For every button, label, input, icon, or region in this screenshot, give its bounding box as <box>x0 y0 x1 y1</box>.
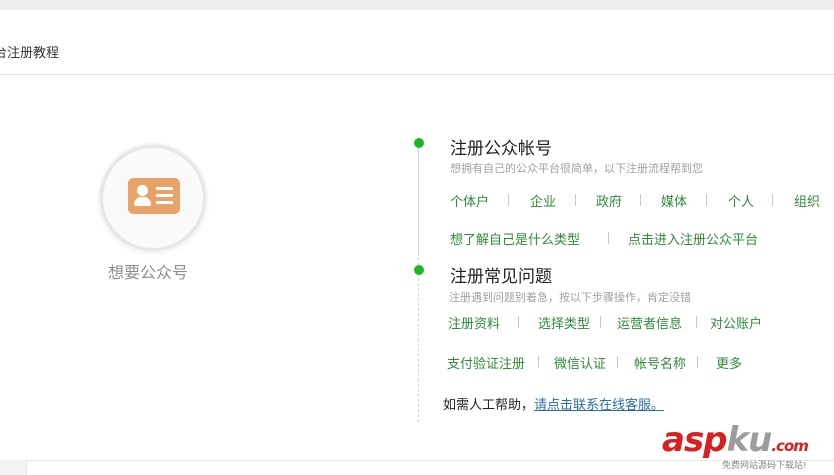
link-individual-business[interactable]: 个体户 <box>450 191 489 210</box>
link-separator <box>617 356 618 368</box>
watermark-subtitle: 免费网站源码下载站! <box>722 461 807 471</box>
link-account-name[interactable]: 帐号名称 <box>634 353 686 372</box>
link-payment-verification[interactable]: 支付验证注册 <box>447 353 525 372</box>
section-description: 注册遇到问题别着急，按以下步骤操作，肯定没错 <box>449 291 691 304</box>
link-personal[interactable]: 个人 <box>728 191 754 210</box>
link-separator <box>538 356 539 368</box>
link-corporate-account[interactable]: 对公账户 <box>710 313 762 332</box>
link-separator <box>575 194 576 206</box>
id-card-line <box>156 194 173 197</box>
link-government[interactable]: 政府 <box>596 191 622 210</box>
section-title: 注册常见问题 <box>450 267 552 287</box>
link-separator <box>508 194 509 206</box>
section-description: 想拥有自己的公众平台很简单，以下注册流程帮到您 <box>450 162 703 175</box>
timeline-line <box>418 142 419 254</box>
id-card-line <box>156 187 173 190</box>
link-more[interactable]: 更多 <box>716 353 742 372</box>
link-media[interactable]: 媒体 <box>661 191 687 210</box>
link-separator <box>697 356 698 368</box>
account-avatar <box>100 145 206 251</box>
watermark: aspku.com 免费网站源码下载站! <box>662 420 832 471</box>
help-prefix: 如需人工帮助， <box>443 398 535 413</box>
link-separator <box>772 194 773 206</box>
link-separator <box>608 232 609 244</box>
link-operator-info[interactable]: 运营者信息 <box>617 313 682 332</box>
link-separator <box>600 316 601 328</box>
link-wechat-certification[interactable]: 微信认证 <box>554 353 606 372</box>
link-choose-type[interactable]: 选择类型 <box>538 313 590 332</box>
link-learn-account-type[interactable]: 想了解自己是什么类型 <box>450 229 580 248</box>
help-line: 如需人工帮助，请点击联系在线客服。 <box>443 394 664 413</box>
link-registration-materials[interactable]: 注册资料 <box>448 313 500 332</box>
link-separator <box>518 316 519 328</box>
id-card-body <box>134 197 151 206</box>
timeline-dot <box>414 265 424 275</box>
link-separator <box>696 316 697 328</box>
page-title: 台注册教程 <box>0 46 60 61</box>
link-separator <box>706 194 707 206</box>
top-strip <box>0 0 834 10</box>
link-separator <box>640 194 641 206</box>
link-enterprise[interactable]: 企业 <box>530 191 556 210</box>
id-card-line <box>156 201 173 204</box>
link-organization[interactable]: 组织 <box>794 191 820 210</box>
link-enter-registration[interactable]: 点击进入注册公众平台 <box>628 229 758 248</box>
timeline-dot <box>414 138 424 148</box>
id-card-icon <box>128 178 180 214</box>
avatar-caption: 想要公众号 <box>108 263 189 282</box>
id-card-head <box>137 185 148 196</box>
watermark-logo: aspku.com <box>662 420 809 460</box>
page-header: 台注册教程 <box>0 10 834 75</box>
section-title: 注册公众帐号 <box>450 139 552 159</box>
contact-support-link[interactable]: 请点击联系在线客服。 <box>534 398 664 413</box>
